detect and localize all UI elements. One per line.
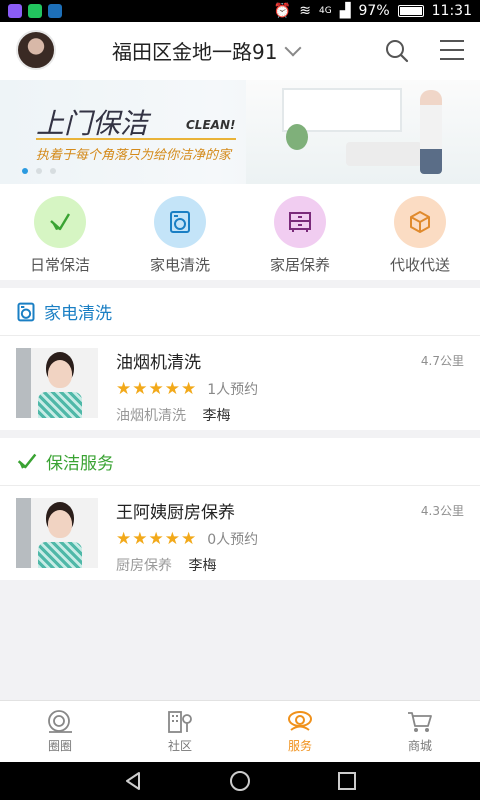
promo-banner[interactable]: 上门保洁 CLEAN! 执着于每个角落只为给你洁净的家	[0, 80, 480, 184]
cabinet-icon	[274, 196, 326, 248]
worker-photo	[16, 498, 98, 568]
star-rating-icon: ★★★★★	[116, 529, 198, 549]
washer-icon	[17, 302, 35, 321]
alarm-icon: ⏰	[273, 3, 292, 19]
battery-icon	[397, 5, 424, 17]
service-icon	[288, 710, 312, 731]
top-header: 福田区金地一路91	[0, 22, 480, 80]
network-label: 4G	[319, 6, 332, 16]
location-selector[interactable]: 福田区金地一路91	[112, 36, 302, 65]
banner-divider	[36, 138, 236, 140]
distance: 4.7公里	[420, 354, 464, 368]
tab-service[interactable]: 服务	[240, 701, 360, 762]
wechat-notification-icon	[28, 4, 42, 18]
banner-subtitle: 执着于每个角落只为给你洁净的家	[36, 148, 232, 163]
banner-title: 上门保洁	[36, 107, 149, 140]
star-rating-icon: ★★★★★	[116, 379, 198, 399]
tab-community[interactable]: 社区	[120, 701, 240, 762]
banner-plant-graphic	[286, 124, 308, 150]
tab-circle[interactable]: 圈圈	[0, 701, 120, 762]
pagination-dot[interactable]	[50, 168, 56, 174]
section-title: 家电清洗	[44, 304, 112, 324]
distance: 4.3公里	[420, 504, 464, 518]
circle-icon	[48, 709, 72, 733]
wifi-icon: ≋	[299, 3, 312, 19]
banner-pagination	[22, 168, 56, 174]
tab-label: 商城	[407, 738, 432, 753]
chevron-down-icon	[284, 39, 302, 56]
service-name: 油烟机清洗	[116, 353, 201, 373]
worker-name: 李梅	[202, 408, 231, 424]
recent-apps-icon[interactable]	[336, 770, 358, 792]
service-card[interactable]: 王阿姨厨房保养 ★★★★★ 0人预约 厨房保养 李梅 4.3公里	[0, 486, 480, 582]
category-appliance-cleaning[interactable]: 家电清洗	[120, 184, 240, 280]
section-appliance-cleaning: 家电清洗 油烟机清洗 ★★★★★ 1人预约 油烟机清洗 李梅 4.7公里	[0, 288, 480, 430]
service-card[interactable]: 油烟机清洗 ★★★★★ 1人预约 油烟机清洗 李梅 4.7公里	[0, 336, 480, 432]
tab-shop[interactable]: 商城	[360, 701, 480, 762]
service-category: 油烟机清洗	[116, 408, 186, 424]
worker-photo	[16, 348, 98, 418]
tab-label: 服务	[287, 738, 312, 753]
category-label: 家居保养	[269, 256, 330, 274]
pagination-dot[interactable]	[36, 168, 42, 174]
broom-icon	[34, 196, 86, 248]
menu-icon[interactable]	[440, 38, 464, 62]
section-title: 保洁服务	[46, 454, 114, 474]
category-delivery[interactable]: 代收代送	[360, 184, 480, 280]
section-cleaning-service: 保洁服务 王阿姨厨房保养 ★★★★★ 0人预约 厨房保养 李梅 4.3公里	[0, 438, 480, 580]
category-label: 家电清洗	[149, 256, 210, 274]
app-notification-icon	[8, 4, 22, 18]
tab-label: 圈圈	[47, 738, 72, 753]
location-text: 福田区金地一路91	[112, 40, 278, 64]
bottom-tab-bar: 圈圈 社区 服务 商城	[0, 700, 480, 762]
reservation-count: 1人预约	[207, 382, 259, 398]
search-icon[interactable]	[384, 38, 410, 64]
package-icon	[394, 196, 446, 248]
battery-percent: 97%	[358, 3, 390, 19]
worker-name: 李梅	[188, 558, 217, 574]
tab-label: 社区	[167, 738, 192, 753]
back-icon[interactable]	[122, 770, 144, 792]
category-label: 代收代送	[389, 256, 450, 274]
reservation-count: 0人预约	[207, 532, 259, 548]
banner-title-en: CLEAN!	[186, 118, 236, 132]
cart-icon	[408, 711, 432, 732]
broom-icon	[17, 453, 37, 469]
section-header[interactable]: 保洁服务	[0, 438, 480, 486]
category-label: 日常保洁	[29, 256, 90, 274]
status-bar: ⏰ ≋ 4G ▟ 97% 11:31	[0, 0, 480, 22]
user-avatar[interactable]	[16, 30, 56, 70]
service-category: 厨房保养	[116, 558, 172, 574]
category-grid: 日常保洁 家电清洗 家居保养 代收代送	[0, 184, 480, 280]
app-notification-icon	[48, 4, 62, 18]
category-daily-cleaning[interactable]: 日常保洁	[0, 184, 120, 280]
clock: 11:31	[431, 3, 472, 19]
category-furniture-care[interactable]: 家居保养	[240, 184, 360, 280]
banner-cleaner-graphic	[420, 90, 442, 174]
pagination-dot[interactable]	[22, 168, 28, 174]
system-navigation-bar	[0, 762, 480, 800]
signal-icon: ▟	[339, 3, 351, 19]
home-icon[interactable]	[228, 769, 252, 793]
community-icon	[168, 710, 192, 733]
section-header[interactable]: 家电清洗	[0, 288, 480, 336]
washer-icon	[154, 196, 206, 248]
service-name: 王阿姨厨房保养	[116, 503, 235, 523]
banner-sofa-graphic	[346, 142, 422, 166]
